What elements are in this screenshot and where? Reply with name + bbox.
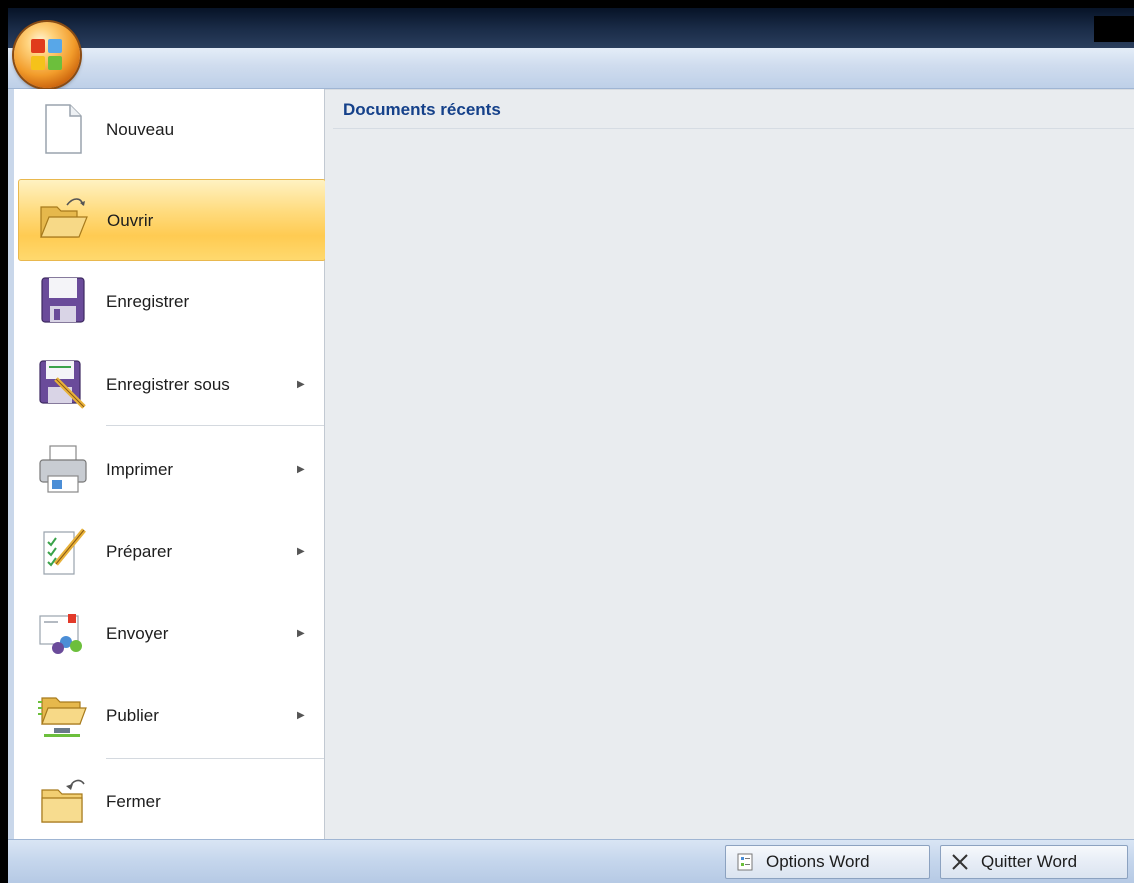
close-x-icon [952, 854, 968, 870]
submenu-arrow-icon: ▶ [297, 379, 305, 390]
menu-separator [106, 758, 324, 759]
menu-item-preparer[interactable]: Préparer ▶ [14, 511, 324, 593]
menu-item-enregistrer-sous[interactable]: Enregistrer sous ▶ [14, 344, 324, 426]
menu-header-strip [8, 48, 1134, 89]
office-menu: Nouveau Ouvrir Enregistrer Enregistrer s… [8, 89, 1134, 840]
menu-item-label: Enregistrer [106, 292, 190, 311]
word-window: Nouveau Ouvrir Enregistrer Enregistrer s… [8, 8, 1134, 883]
menu-item-label: Nouveau [106, 120, 175, 139]
printer-icon [39, 445, 87, 493]
menu-item-envoyer[interactable]: Envoyer ▶ [14, 593, 324, 675]
menu-item-label: Préparer [106, 542, 173, 561]
submenu-arrow-icon: ▶ [297, 628, 305, 639]
submenu-arrow-icon: ▶ [297, 464, 305, 475]
office-button[interactable] [14, 22, 80, 88]
menu-footer: Options Word Quitter Word [8, 839, 1134, 883]
open-folder-icon [40, 198, 88, 238]
menu-item-label: Fermer [106, 792, 161, 811]
office-logo-icon [31, 39, 63, 71]
quit-word-button[interactable]: Quitter Word [940, 845, 1128, 879]
recent-documents-divider [333, 128, 1134, 129]
menu-item-label: Imprimer [106, 460, 174, 479]
menu-commands-pane: Nouveau Ouvrir Enregistrer Enregistrer s… [14, 89, 326, 839]
word-options-button[interactable]: Options Word [725, 845, 930, 879]
menu-item-fermer[interactable]: Fermer [14, 761, 324, 843]
recent-documents-title: Documents récents [343, 100, 501, 119]
menu-item-ouvrir[interactable]: Ouvrir [18, 179, 326, 261]
options-icon [737, 853, 753, 871]
quit-word-label: Quitter Word [981, 852, 1078, 871]
menu-item-label: Publier [106, 706, 159, 725]
word-options-label: Options Word [766, 852, 870, 871]
menu-item-label: Envoyer [106, 624, 169, 643]
save-as-icon [39, 360, 86, 409]
close-folder-icon [41, 779, 85, 823]
menu-item-imprimer[interactable]: Imprimer ▶ [14, 429, 324, 511]
submenu-arrow-icon: ▶ [297, 710, 305, 721]
recent-documents-pane: Documents récents [325, 89, 1134, 840]
menu-item-label: Enregistrer sous [106, 375, 230, 394]
save-floppy-icon [41, 277, 85, 323]
send-icon [39, 614, 82, 654]
new-document-icon [45, 104, 82, 154]
submenu-arrow-icon: ▶ [297, 546, 305, 557]
menu-item-nouveau[interactable]: Nouveau [14, 89, 324, 171]
title-bar [8, 8, 1134, 48]
title-bar-controls-area [1094, 16, 1134, 42]
publish-folder-icon [38, 697, 87, 737]
menu-item-label: Ouvrir [107, 211, 154, 230]
menu-item-publier[interactable]: Publier ▶ [14, 675, 324, 757]
menu-separator [106, 425, 324, 426]
prepare-document-icon [43, 528, 86, 575]
menu-item-enregistrer[interactable]: Enregistrer [14, 261, 324, 343]
